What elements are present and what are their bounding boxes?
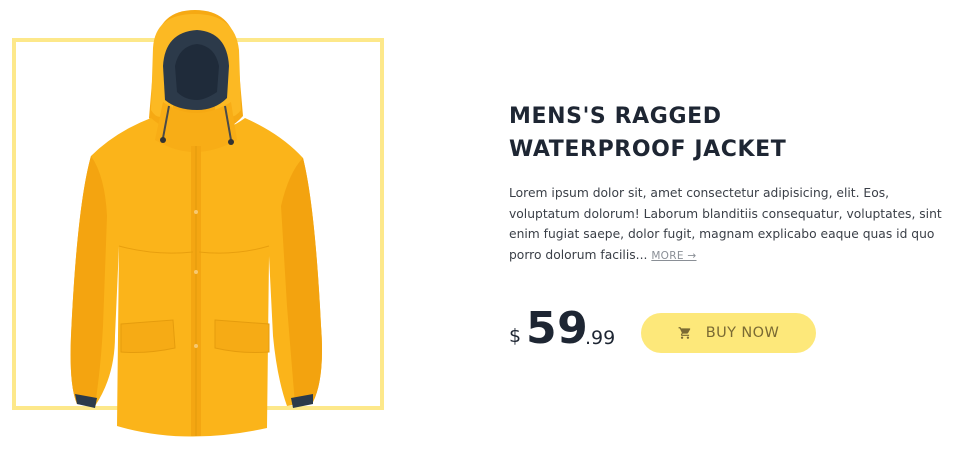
product-info: MENS'S RAGGED WATERPROOF JACKET Lorem ip… — [509, 100, 959, 266]
price-currency: $ — [509, 325, 522, 347]
price-cents: .99 — [585, 327, 616, 349]
product-description: Lorem ipsum dolor sit, amet consectetur … — [509, 183, 959, 266]
price-whole: 59 — [526, 303, 589, 354]
product-description-text: Lorem ipsum dolor sit, amet consectetur … — [509, 186, 942, 262]
buy-now-label: BUY NOW — [705, 325, 780, 341]
cart-icon — [678, 327, 691, 339]
price-row: $ 59 .99 BUY NOW — [509, 303, 939, 361]
product-image — [70, 10, 322, 437]
more-link[interactable]: MORE → — [651, 250, 696, 262]
product-title-line-2: WATERPROOF JACKET — [509, 137, 787, 162]
product-title: MENS'S RAGGED WATERPROOF JACKET — [509, 100, 959, 166]
product-title-line-1: MENS'S RAGGED — [509, 104, 722, 129]
buy-now-button[interactable]: BUY NOW — [641, 313, 816, 353]
